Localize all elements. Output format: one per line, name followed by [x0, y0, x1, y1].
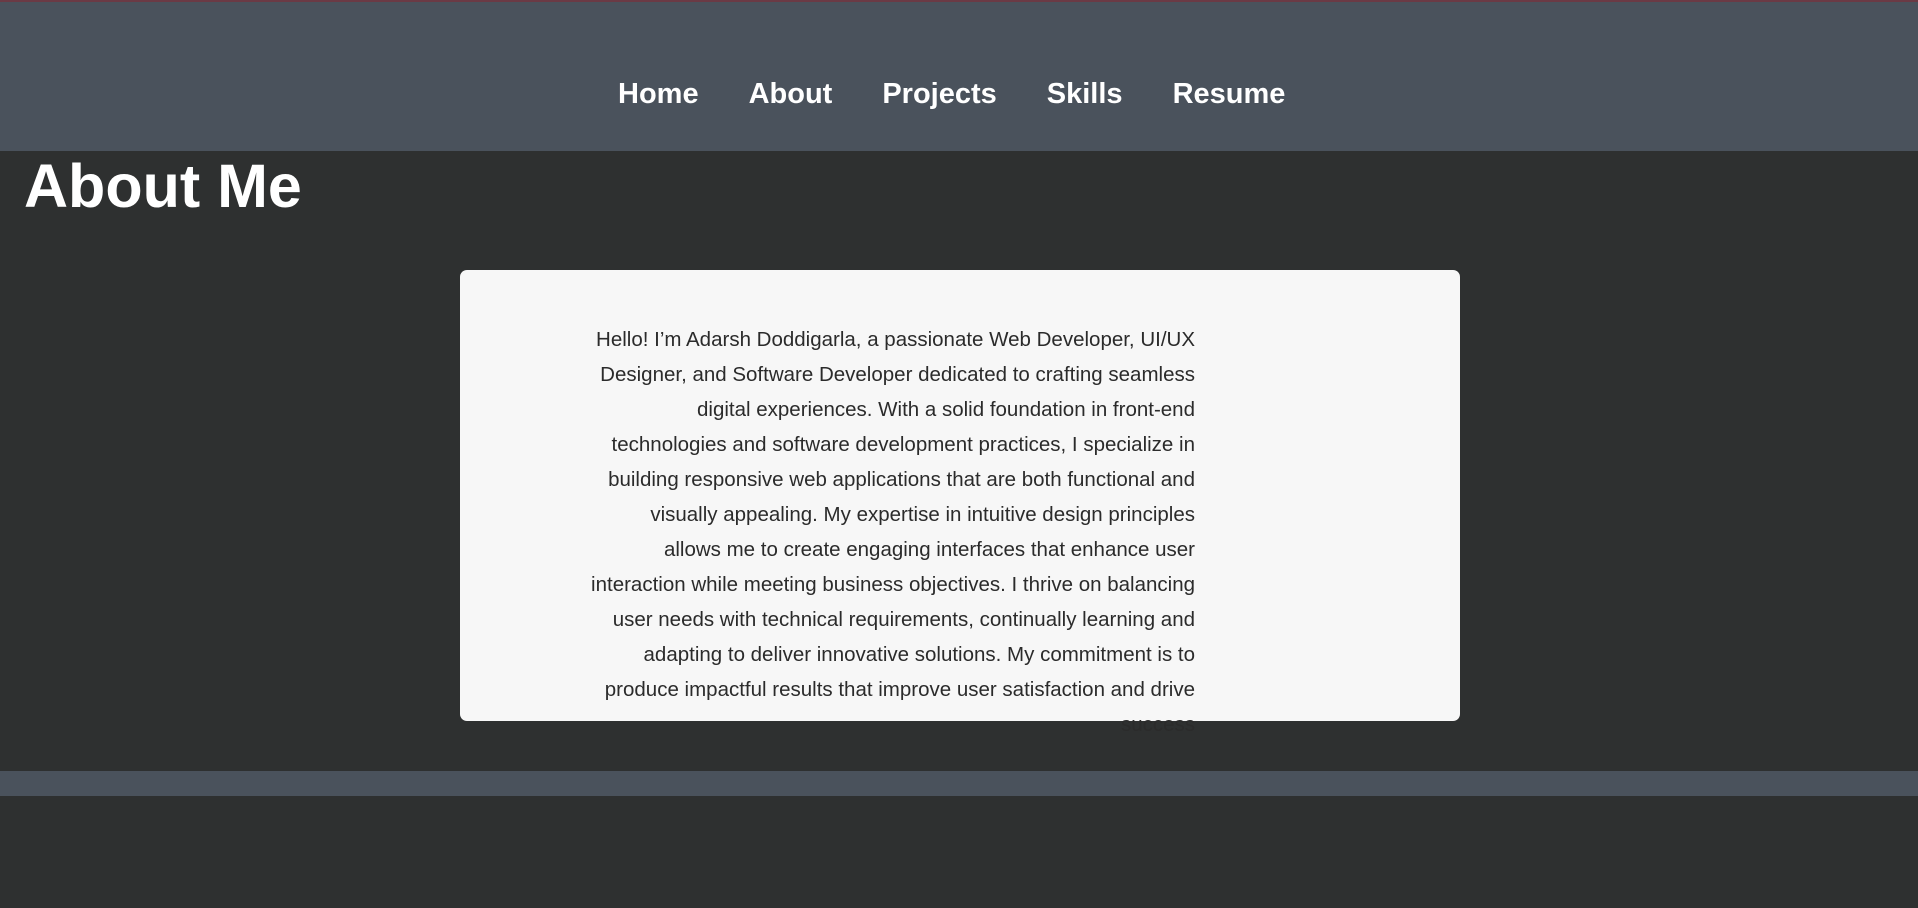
about-description: Hello! I’m Adarsh Doddigarla, a passiona… [591, 328, 1195, 736]
about-card: Hello! I’m Adarsh Doddigarla, a passiona… [460, 270, 1460, 736]
page-title: About Me [24, 152, 302, 220]
main-nav: Home About Projects Skills Resume [618, 74, 1335, 114]
nav-link-home[interactable]: Home [618, 74, 699, 114]
nav-link-skills[interactable]: Skills [1047, 74, 1123, 114]
navbar: Home About Projects Skills Resume [0, 2, 1918, 151]
nav-link-resume[interactable]: Resume [1173, 74, 1286, 114]
nav-link-projects[interactable]: Projects [882, 74, 996, 114]
nav-link-about[interactable]: About [749, 74, 833, 114]
footer-band [0, 771, 1918, 796]
